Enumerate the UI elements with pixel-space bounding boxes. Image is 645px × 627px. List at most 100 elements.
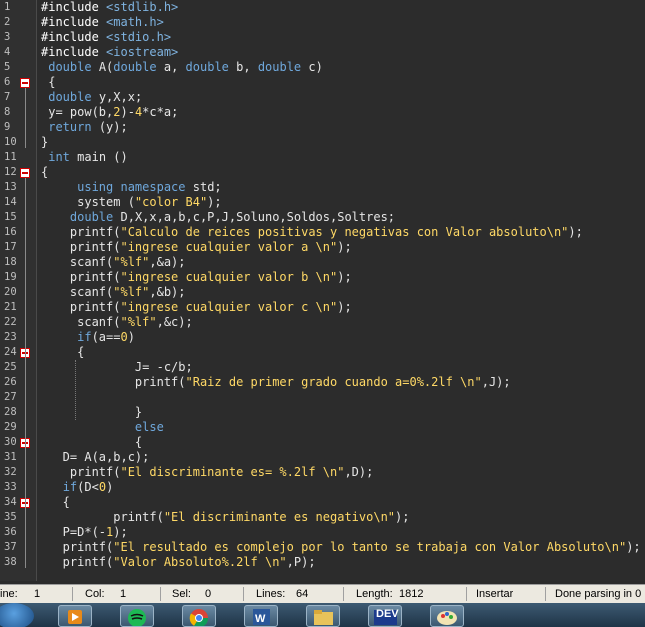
line-number: 11 [4, 151, 17, 163]
code-token: } [41, 405, 143, 419]
code-token: printf( [41, 240, 121, 254]
fold-guide [25, 358, 26, 418]
code-line-text: double y,X,x; [41, 90, 142, 105]
code-token: if [77, 330, 92, 344]
line-number: 8 [4, 106, 11, 118]
code-token: { [41, 75, 56, 89]
code-token: 0 [120, 330, 128, 344]
line-number: 21 [4, 301, 17, 313]
code-area[interactable]: #include <stdlib.h> #include <math.h> #inc… [37, 0, 645, 581]
code-token: ); [568, 225, 583, 239]
word-icon[interactable]: W [244, 605, 278, 627]
code-token: "El discriminante es negativo\n" [163, 510, 396, 524]
code-token: { [41, 435, 143, 449]
code-token: "ingrese cualquier valor c \n" [120, 300, 338, 314]
line-number: 32 [4, 466, 17, 478]
code-token: (y); [91, 120, 128, 134]
code-line-text: using namespace std; [41, 180, 222, 195]
code-line-text: printf("Valor Absoluto%.2lf \n",P); [41, 555, 316, 570]
chrome-icon[interactable] [182, 605, 216, 627]
line-number: 5 [4, 61, 11, 73]
status-line-value: 1 [34, 588, 41, 600]
line-number: 37 [4, 541, 17, 553]
line-number: 26 [4, 376, 17, 388]
code-token: printf( [41, 300, 121, 314]
fold-collapse-icon[interactable] [20, 168, 30, 178]
code-line-text: { [41, 435, 142, 450]
line-number: 4 [4, 46, 11, 58]
code-token: "El resultado es complejo por lo tanto s… [113, 540, 627, 554]
code-line-text: else [41, 420, 164, 435]
code-token: ,D); [344, 465, 374, 479]
code-line-text: y= pow(b,2)-4*c*a; [41, 105, 178, 120]
fold-guide [25, 508, 26, 568]
line-number: 36 [4, 526, 17, 538]
code-line-text: { [41, 345, 84, 360]
code-line-text: #include <stdio.h> [41, 30, 171, 45]
line-number: 2 [4, 16, 11, 28]
code-token: #include [41, 45, 107, 59]
line-number: 29 [4, 421, 17, 433]
media-player-icon[interactable] [58, 605, 92, 627]
devcpp-icon[interactable]: DEV [368, 605, 402, 627]
start-orb-icon[interactable] [0, 603, 34, 627]
code-line-text: scanf("%lf",&a); [41, 255, 186, 270]
code-token: if [62, 480, 78, 494]
status-length-label: Length: [356, 588, 393, 600]
code-line-text: { [41, 165, 48, 180]
code-token: { [41, 495, 70, 509]
code-token: "%lf" [113, 285, 150, 299]
code-line-text: double D,X,x,a,b,c,P,J,Soluno,Soldos,Sol… [41, 210, 395, 225]
spotify-icon[interactable] [120, 605, 154, 627]
line-number: 14 [4, 196, 17, 208]
line-number: 17 [4, 241, 17, 253]
code-line-text: scanf("%lf",&c); [41, 315, 193, 330]
code-line-text: double A(double a, double b, double c) [41, 60, 323, 75]
folder-icon[interactable] [306, 605, 340, 627]
line-number: 18 [4, 256, 17, 268]
code-token: namespace [120, 180, 186, 194]
code-token: b, [228, 60, 258, 74]
code-token: system ( [41, 195, 135, 209]
code-token: scanf( [41, 315, 121, 329]
code-token: ); [337, 240, 352, 254]
code-token: #include [41, 15, 107, 29]
code-token: printf( [41, 375, 186, 389]
status-sel-value: 0 [205, 588, 212, 600]
devcpp-label: DEV [376, 608, 399, 620]
code-line-text: printf("Calculo de reices positivas y ne… [41, 225, 583, 240]
status-lines-value: 64 [296, 588, 309, 600]
code-token: double [48, 90, 92, 104]
line-number: 19 [4, 271, 17, 283]
code-line-text: } [41, 135, 48, 150]
paint-icon[interactable] [430, 605, 464, 627]
code-token: P=D*(- [41, 525, 107, 539]
code-token: ) [127, 330, 135, 344]
status-bar: ine: 1 Col: 1 Sel: 0 Lines: 64 Length: 1… [0, 584, 645, 603]
line-number: 20 [4, 286, 17, 298]
code-token: <stdlib.h> [106, 0, 179, 14]
code-token: std; [185, 180, 222, 194]
line-number: 1 [4, 1, 11, 13]
code-line-text: printf("ingrese cualquier valor c \n"); [41, 300, 352, 315]
code-line-text: return (y); [41, 120, 128, 135]
code-line-text: printf("El resultado es complejo por lo … [41, 540, 641, 555]
code-line-text: scanf("%lf",&b); [41, 285, 186, 300]
status-parse: Done parsing in 0 [555, 588, 642, 600]
line-number: 9 [4, 121, 11, 133]
code-token: ); [113, 525, 128, 539]
code-line-text: if(D<0) [41, 480, 114, 495]
code-token: (a== [91, 330, 121, 344]
code-token: "color B4" [134, 195, 208, 209]
code-token: c) [301, 60, 323, 74]
fold-collapse-icon[interactable] [20, 78, 30, 88]
code-token: ,J); [481, 375, 511, 389]
code-token: *c*a; [142, 105, 179, 119]
line-number: 28 [4, 406, 17, 418]
code-token: printf( [41, 540, 114, 554]
code-token: #include [41, 30, 107, 44]
code-editor[interactable]: 1 2 3 4 5 6 7 8 9 10 11 12 13 14 15 16 17 18 19 20 21 22 23 24 2… [0, 0, 645, 581]
code-token: "%lf" [120, 315, 157, 329]
code-token: printf( [41, 225, 121, 239]
